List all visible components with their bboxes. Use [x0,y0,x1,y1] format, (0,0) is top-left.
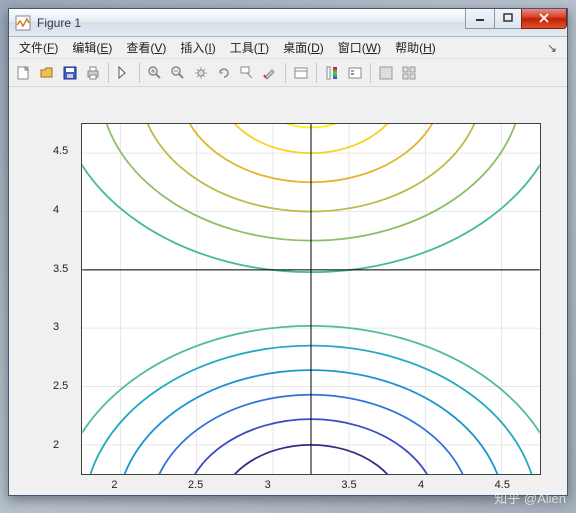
menubar: 文件(F) 编辑(E) 查看(V) 插入(I) 工具(T) 桌面(D) 窗口(W… [9,37,567,59]
menu-window[interactable]: 窗口(W) [332,37,387,58]
data-cursor-button[interactable] [236,62,258,84]
toolbar-separator [316,63,317,83]
ytick-label: 2 [53,439,59,451]
ytick-label: 4 [53,204,59,216]
toolbar-separator [139,63,140,83]
app-icon [15,15,31,31]
plot-area: 22.533.544.522.533.544.5 [9,87,567,495]
xtick-label: 3 [265,479,271,491]
rotate-button[interactable] [213,62,235,84]
menu-tools[interactable]: 工具(T) [224,37,275,58]
xtick-label: 2 [111,479,117,491]
toolbar [9,59,567,87]
new-figure-button[interactable] [13,62,35,84]
axes-canvas [82,124,540,474]
close-button[interactable] [521,9,567,29]
menu-help[interactable]: 帮助(H) [389,37,442,58]
zoom-in-button[interactable] [144,62,166,84]
xtick-label: 2.5 [188,479,203,491]
menu-insert[interactable]: 插入(I) [174,37,221,58]
titlebar: Figure 1 [9,9,567,37]
minimize-button[interactable] [465,9,495,29]
crosshair [82,124,539,474]
pan-button[interactable] [190,62,212,84]
colorbar-button[interactable] [321,62,343,84]
edit-plot-button[interactable] [113,62,135,84]
ytick-label: 4.5 [53,145,68,157]
window-controls [466,9,567,29]
print-button[interactable] [82,62,104,84]
window-title: Figure 1 [37,16,466,30]
axes[interactable] [81,123,541,475]
ytick-label: 2.5 [53,380,68,392]
menu-file[interactable]: 文件(F) [13,37,64,58]
watermark: 知乎 @Alien [494,488,566,507]
hide-tools-button[interactable] [375,62,397,84]
legend-button[interactable] [344,62,366,84]
link-button[interactable] [290,62,312,84]
menu-overflow-icon[interactable]: ↘ [541,41,563,55]
xtick-label: 4 [418,479,424,491]
brush-button[interactable] [259,62,281,84]
zoom-out-button[interactable] [167,62,189,84]
show-tools-button[interactable] [398,62,420,84]
toolbar-separator [285,63,286,83]
figure-window: Figure 1 文件(F) 编辑(E) 查看(V) 插入(I) 工具(T) 桌… [8,8,568,496]
ytick-label: 3.5 [53,263,68,275]
open-button[interactable] [36,62,58,84]
xtick-label: 3.5 [341,479,356,491]
toolbar-separator [108,63,109,83]
menu-view[interactable]: 查看(V) [120,37,172,58]
toolbar-separator [370,63,371,83]
save-button[interactable] [59,62,81,84]
ytick-label: 3 [53,321,59,333]
maximize-button[interactable] [494,9,522,29]
menu-desktop[interactable]: 桌面(D) [277,37,330,58]
menu-edit[interactable]: 编辑(E) [66,37,118,58]
